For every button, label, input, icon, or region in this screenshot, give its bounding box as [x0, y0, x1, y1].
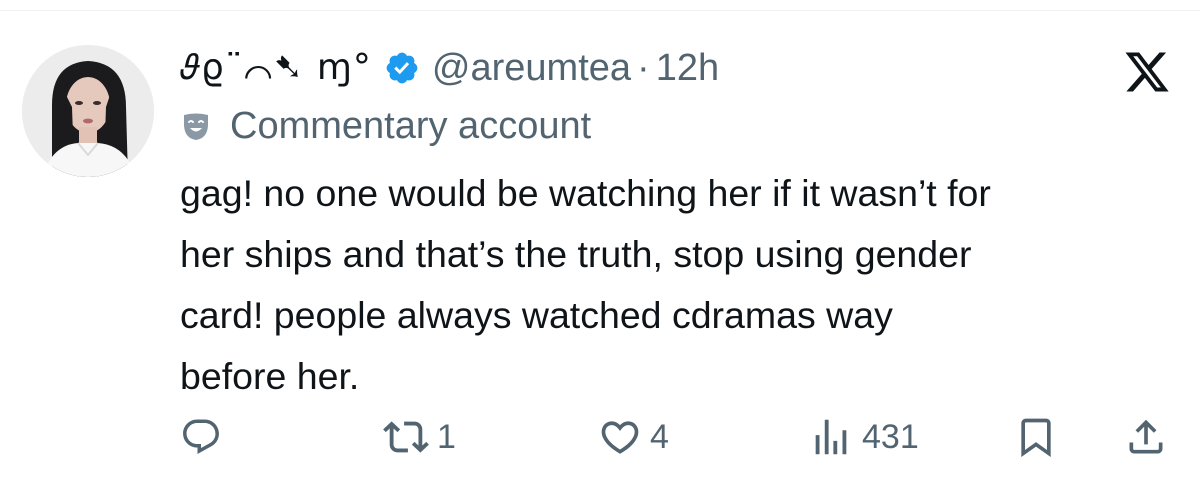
like-count: 4: [650, 417, 669, 456]
author-handle[interactable]: @areumtea: [432, 47, 631, 90]
tweet: 𝜗ϱ¨⌒➷ ɱ° @areumtea · 12h Commentary acco…: [0, 0, 1200, 482]
bookmark-button[interactable]: [1014, 412, 1058, 462]
bookmark-icon: [1014, 415, 1058, 459]
views-chart-icon: [808, 414, 854, 460]
tweet-text-line: her ships and that’s the truth, stop usi…: [180, 233, 972, 275]
x-logo-icon: [1123, 48, 1171, 96]
timestamp[interactable]: 12h: [656, 47, 719, 90]
share-button[interactable]: [1124, 412, 1168, 462]
views-count: 431: [862, 417, 919, 456]
reply-button[interactable]: [180, 412, 222, 462]
author-display-name[interactable]: 𝜗ϱ¨⌒➷ ɱ°: [180, 47, 372, 89]
reply-icon: [180, 416, 222, 458]
account-label-text: Commentary account: [230, 104, 592, 147]
tweet-text: gag! no one would be watching her if it …: [180, 163, 1170, 407]
verified-badge-icon: [384, 50, 420, 86]
avatar[interactable]: [22, 45, 154, 177]
retweet-icon: [383, 414, 429, 460]
separator-dot: ·: [637, 46, 650, 89]
retweet-button[interactable]: 1: [383, 412, 456, 462]
tweet-text-line: gag! no one would be watching her if it …: [180, 172, 991, 214]
tweet-actions: 1 4 431: [180, 412, 1170, 462]
views-button[interactable]: 431: [808, 412, 919, 462]
retweet-count: 1: [437, 417, 456, 456]
tweet-text-line: card! people always watched cdramas way: [180, 294, 893, 336]
tweet-header: 𝜗ϱ¨⌒➷ ɱ° @areumtea · 12h: [180, 40, 719, 96]
theater-mask-icon: [180, 110, 212, 142]
account-label: Commentary account: [180, 102, 591, 150]
like-button[interactable]: 4: [598, 412, 669, 462]
tweet-text-line: before her.: [180, 355, 360, 397]
heart-icon: [598, 415, 642, 459]
share-icon: [1124, 415, 1168, 459]
